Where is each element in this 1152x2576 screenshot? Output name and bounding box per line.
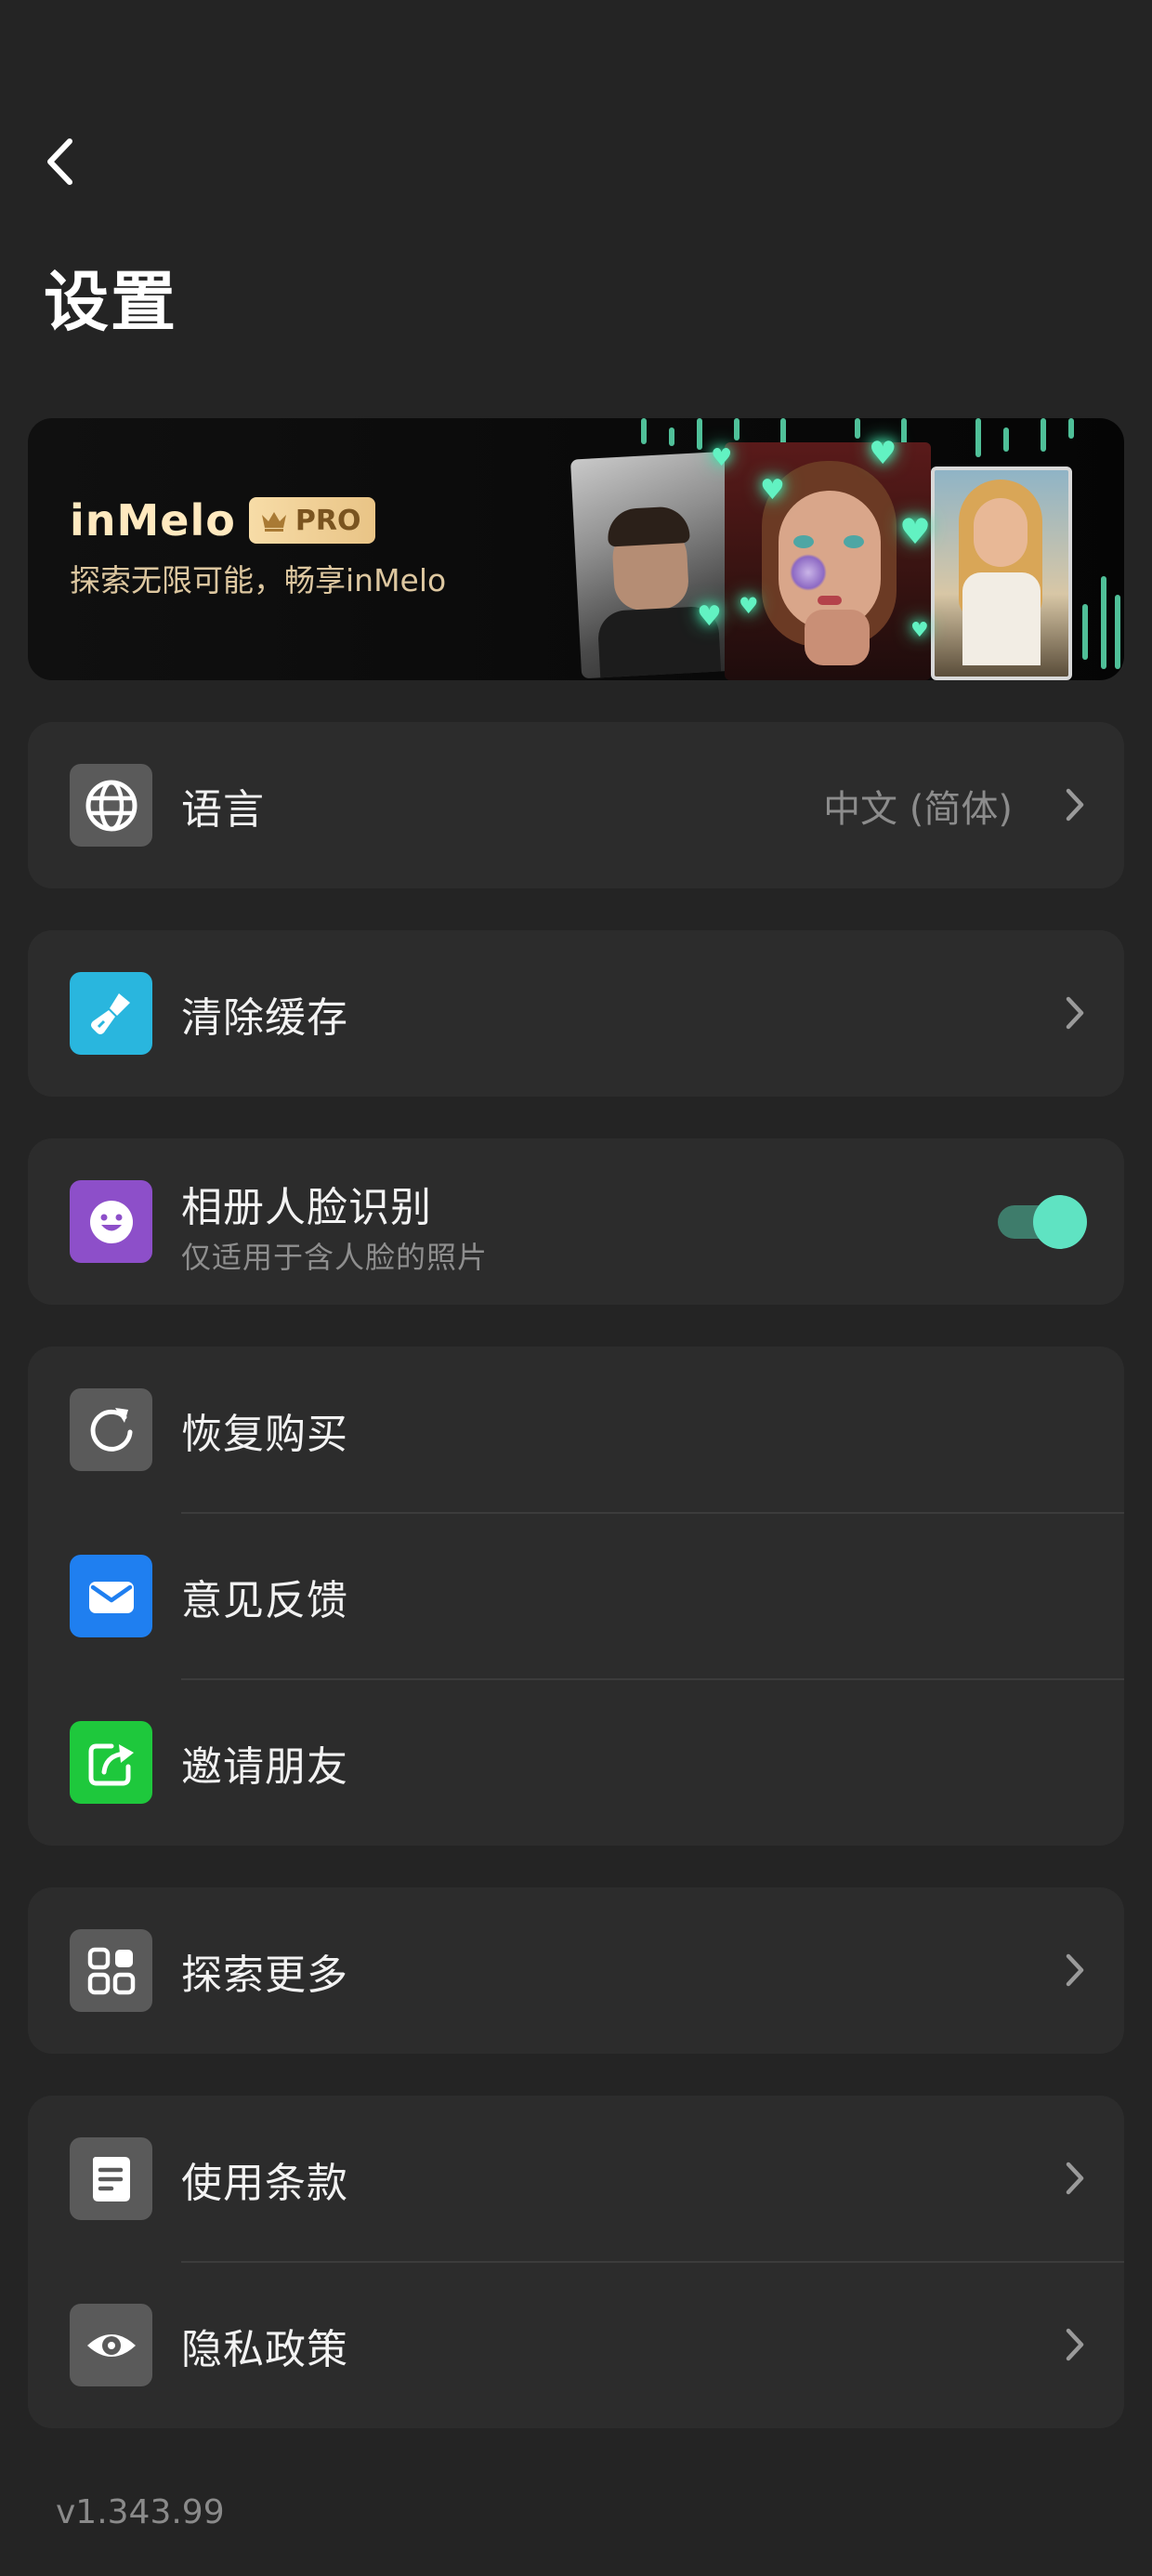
face-recognition-toggle[interactable] bbox=[998, 1195, 1087, 1249]
invite-friends-label: 邀请朋友 bbox=[181, 1742, 348, 1791]
chevron-right-icon bbox=[1066, 788, 1084, 821]
restore-purchase-row[interactable]: 恢复购买 bbox=[28, 1347, 1124, 1513]
feedback-row[interactable]: 意见反馈 bbox=[28, 1513, 1124, 1679]
chevron-left-icon bbox=[47, 138, 72, 185]
page-title: 设置 bbox=[44, 264, 177, 340]
invite-friends-row[interactable]: 邀请朋友 bbox=[28, 1679, 1124, 1846]
privacy-label: 隐私政策 bbox=[181, 2325, 348, 2373]
crown-icon bbox=[261, 512, 286, 532]
face-recognition-sublabel: 仅适用于含人脸的照片 bbox=[181, 1240, 489, 1275]
app-version: v1.343.99 bbox=[56, 2493, 225, 2531]
language-card: 语言 中文 (简体) bbox=[28, 722, 1124, 888]
explore-more-label: 探索更多 bbox=[181, 1951, 348, 1999]
terms-icon-box bbox=[70, 2137, 152, 2220]
chevron-right-icon bbox=[1066, 2162, 1084, 2195]
restore-purchase-label: 恢复购买 bbox=[181, 1410, 348, 1458]
chevron-right-icon bbox=[1066, 2328, 1084, 2361]
document-icon bbox=[92, 2156, 130, 2201]
language-value: 中文 (简体) bbox=[823, 787, 1013, 831]
clear-cache-row[interactable]: 清除缓存 bbox=[28, 930, 1124, 1097]
chevron-right-icon bbox=[1066, 1953, 1084, 1987]
grid-icon bbox=[87, 1947, 135, 1994]
smiley-face-icon bbox=[89, 1200, 133, 1243]
explore-more-row[interactable]: 探索更多 bbox=[28, 1887, 1124, 2054]
back-button[interactable] bbox=[39, 136, 80, 188]
face-recognition-row: 相册人脸识别 仅适用于含人脸的照片 bbox=[28, 1138, 1124, 1305]
legal-card: 使用条款 隐私政策 bbox=[28, 2096, 1124, 2428]
account-card: 恢复购买 意见反馈 邀请朋友 bbox=[28, 1347, 1124, 1846]
clear-cache-icon-box bbox=[70, 972, 152, 1055]
pro-banner[interactable]: inMelo PRO 探索无限可能，畅享inMelo ♥ ♥ ♥ ♥ ♥ ♥ ♥ bbox=[28, 418, 1124, 680]
privacy-row[interactable]: 隐私政策 bbox=[28, 2262, 1124, 2428]
pro-badge-label: PRO bbox=[295, 504, 361, 537]
face-recognition-icon-box bbox=[70, 1180, 152, 1263]
refresh-icon bbox=[90, 1407, 132, 1452]
chevron-right-icon bbox=[1066, 996, 1084, 1030]
language-icon-box bbox=[70, 764, 152, 847]
share-icon bbox=[88, 1743, 134, 1785]
eye-icon bbox=[86, 2333, 136, 2357]
feedback-label: 意见反馈 bbox=[181, 1576, 348, 1624]
face-recognition-label: 相册人脸识别 bbox=[181, 1184, 432, 1231]
pro-badge: PRO bbox=[248, 497, 376, 544]
feedback-icon-box bbox=[70, 1555, 152, 1637]
clear-cache-card: 清除缓存 bbox=[28, 930, 1124, 1097]
language-label: 语言 bbox=[181, 785, 265, 834]
explore-card: 探索更多 bbox=[28, 1887, 1124, 2054]
privacy-icon-box bbox=[70, 2304, 152, 2386]
brand-name: inMelo bbox=[70, 495, 236, 545]
banner-brand: inMelo PRO bbox=[70, 495, 376, 545]
clear-cache-label: 清除缓存 bbox=[181, 993, 348, 1042]
invite-friends-icon-box bbox=[70, 1721, 152, 1804]
broom-icon bbox=[90, 992, 130, 1034]
banner-subtitle: 探索无限可能，畅享inMelo bbox=[70, 562, 447, 598]
terms-label: 使用条款 bbox=[181, 2159, 348, 2207]
globe-icon bbox=[85, 780, 137, 831]
terms-row[interactable]: 使用条款 bbox=[28, 2096, 1124, 2262]
restore-purchase-icon-box bbox=[70, 1388, 152, 1471]
language-row[interactable]: 语言 中文 (简体) bbox=[28, 722, 1124, 888]
face-recognition-card: 相册人脸识别 仅适用于含人脸的照片 bbox=[28, 1138, 1124, 1305]
mail-icon bbox=[88, 1581, 134, 1613]
explore-more-icon-box bbox=[70, 1929, 152, 2012]
banner-artwork: ♥ ♥ ♥ ♥ ♥ ♥ ♥ bbox=[548, 418, 1124, 680]
